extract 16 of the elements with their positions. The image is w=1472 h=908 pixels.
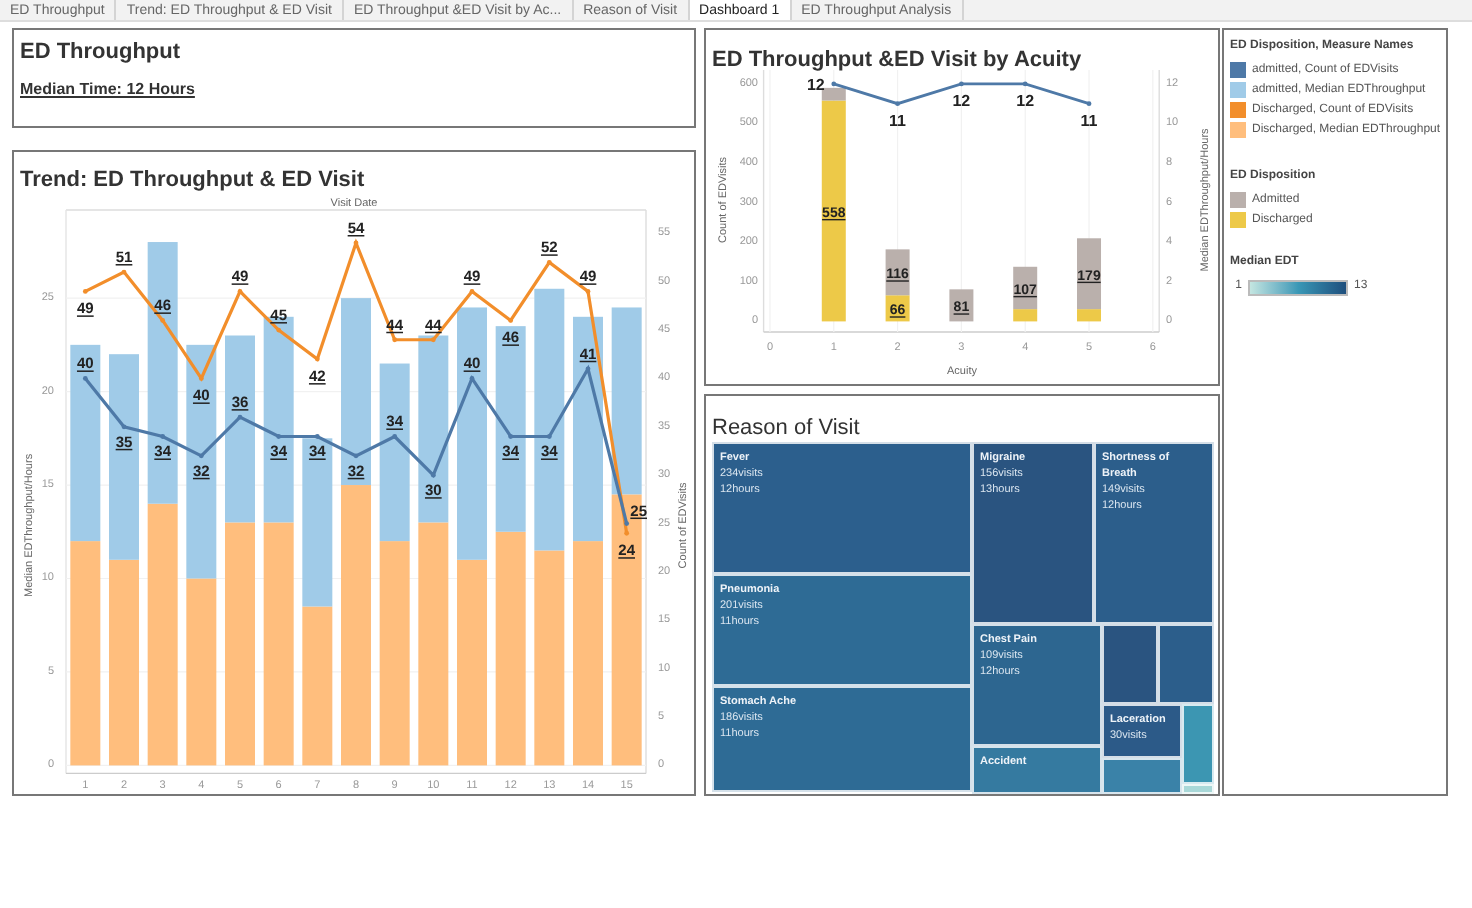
- data-label: 11: [889, 111, 907, 130]
- data-label: 12: [806, 75, 825, 94]
- chart-title: Reason of Visit: [712, 416, 860, 440]
- treemap-tile[interactable]: [1158, 624, 1214, 704]
- data-label: 12: [1016, 91, 1035, 110]
- chart-title: ED Throughput &ED Visit by Acuity: [712, 48, 1082, 72]
- chart-title: Trend: ED Throughput & ED Visit: [20, 168, 365, 192]
- treemap-tile[interactable]: [1102, 624, 1158, 704]
- median-time-text: Median Time: 12 Hours: [20, 77, 195, 101]
- color-scale-bar: [1248, 279, 1348, 295]
- treemap-tile[interactable]: [1182, 704, 1214, 784]
- panel-title: ED Throughput: [20, 38, 181, 68]
- treemap-tile[interactable]: [1182, 784, 1214, 794]
- treemap-tile[interactable]: [1102, 758, 1182, 794]
- data-label: 12: [952, 91, 971, 110]
- data-label: 11: [1080, 111, 1098, 130]
